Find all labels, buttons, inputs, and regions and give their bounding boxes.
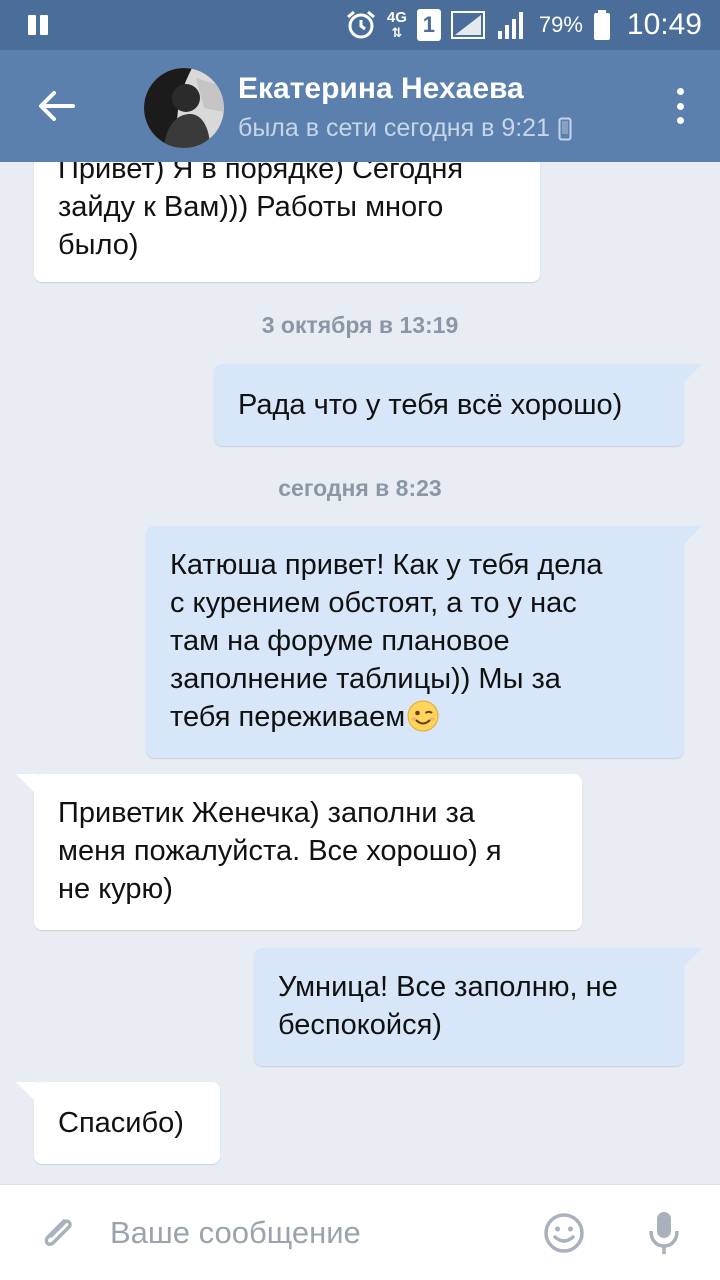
pause-icon xyxy=(26,13,52,37)
wink-emoji-icon xyxy=(407,700,439,732)
avatar[interactable] xyxy=(144,68,224,148)
more-vertical-icon[interactable] xyxy=(668,84,692,128)
alarm-icon xyxy=(345,9,377,41)
message-outgoing[interactable]: Рада что у тебя всё хорошо) xyxy=(214,364,702,446)
message-list: Привет) Я в порядке) Сегодня зайду к Вам… xyxy=(0,162,720,1184)
signal-icon xyxy=(450,9,485,41)
clock: 10:49 xyxy=(626,8,702,41)
date-separator: 3 октября в 13:19 xyxy=(261,312,459,338)
phone-icon xyxy=(558,117,572,141)
message-outgoing[interactable]: Умница! Все заполню, не беспокойся) xyxy=(254,948,702,1066)
message-incoming[interactable]: Привет) Я в порядке) Сегодня зайду к Вам… xyxy=(34,162,540,282)
contact-last-seen: была в сети сегодня в 9:21 xyxy=(238,114,572,143)
back-button[interactable] xyxy=(30,80,82,132)
sim-badge: 1 xyxy=(416,9,441,41)
contact-name[interactable]: Екатерина Нехаева xyxy=(238,72,524,106)
chat-header: Екатерина Нехаева была в сети сегодня в … xyxy=(0,50,720,162)
battery-percent: 79% xyxy=(538,12,583,37)
message-incoming[interactable]: Приветик Женечка) заполни за меня пожалу… xyxy=(16,774,582,930)
date-separator: сегодня в 8:23 xyxy=(278,475,442,501)
network-type-label: 4G ⇅ xyxy=(386,9,407,40)
message-input[interactable] xyxy=(110,1205,520,1261)
paperclip-icon[interactable] xyxy=(36,1211,80,1255)
message-outgoing[interactable]: Катюша привет! Как у тебя дела с курение… xyxy=(146,526,702,758)
smiley-icon[interactable] xyxy=(542,1211,586,1255)
battery-icon xyxy=(593,9,611,41)
status-bar: 4G ⇅ 1 79% 10:49 xyxy=(0,0,720,50)
back-arrow-icon xyxy=(39,91,75,121)
message-composer xyxy=(0,1184,720,1280)
message-incoming[interactable]: Спасибо) xyxy=(16,1082,220,1164)
microphone-icon[interactable] xyxy=(646,1209,682,1257)
cellular-signal-icon xyxy=(495,9,529,41)
